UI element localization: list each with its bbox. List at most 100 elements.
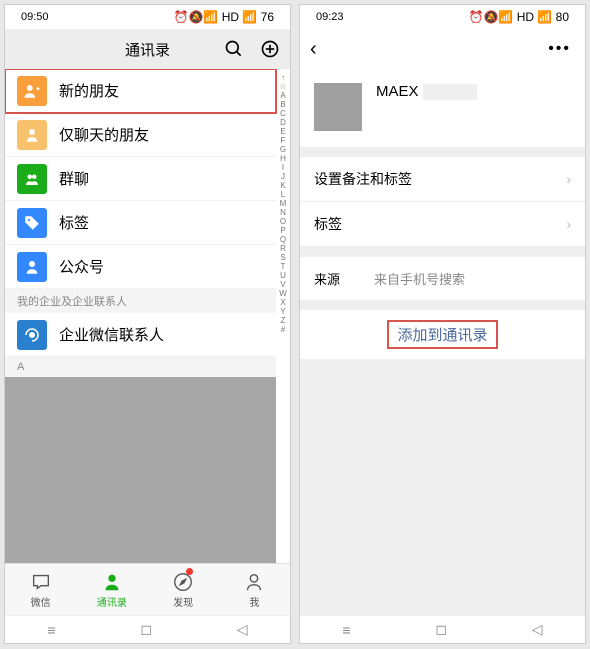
back-key-icon[interactable]: ◁ bbox=[532, 621, 543, 638]
section-a: A bbox=[5, 357, 276, 377]
add-icon[interactable] bbox=[260, 39, 280, 59]
alpha-index-letter[interactable]: E bbox=[280, 127, 285, 136]
row-label: 群聊 bbox=[59, 168, 89, 189]
row-source: 来源 来自手机号搜索 bbox=[300, 257, 585, 300]
source-key: 来源 bbox=[314, 269, 354, 288]
new-friend-icon bbox=[17, 76, 47, 106]
search-icon[interactable] bbox=[224, 39, 244, 59]
header: ‹ ••• bbox=[300, 29, 585, 69]
row-tags[interactable]: 标签 bbox=[5, 201, 276, 245]
tabbar: 微信 通讯录 发现 我 bbox=[5, 563, 290, 615]
tab-label: 通讯录 bbox=[97, 594, 127, 609]
alpha-index-letter[interactable]: L bbox=[281, 190, 285, 199]
alpha-index-letter[interactable]: # bbox=[281, 325, 285, 334]
chevron-right-icon: › bbox=[566, 171, 571, 187]
source-value: 来自手机号搜索 bbox=[374, 269, 465, 288]
profile-name-text: MAEX bbox=[376, 83, 419, 100]
alpha-index-letter[interactable]: A bbox=[280, 91, 285, 100]
notification-dot-icon bbox=[186, 568, 193, 575]
alpha-index-letter[interactable]: M bbox=[280, 199, 287, 208]
profile-name: MAEX bbox=[376, 83, 477, 100]
alpha-index-letter[interactable]: J bbox=[281, 172, 285, 181]
tab-discover[interactable]: 发现 bbox=[148, 564, 219, 615]
row-label: 公众号 bbox=[59, 256, 104, 277]
alpha-index-letter[interactable]: O bbox=[280, 217, 286, 226]
menu-key-icon[interactable]: ≡ bbox=[342, 622, 350, 638]
back-key-icon[interactable]: ◁ bbox=[237, 621, 248, 638]
status-bar: 09:23 ⏰🔕📶 HD 📶 80 bbox=[300, 5, 585, 29]
row-tags[interactable]: 标签 › bbox=[300, 202, 585, 247]
tag-icon bbox=[17, 208, 47, 238]
row-enterprise-contacts[interactable]: 企业微信联系人 bbox=[5, 313, 276, 357]
status-bar: 09:50 ⏰🔕📶 HD 📶 76 bbox=[5, 5, 290, 29]
status-icons: ⏰🔕📶 HD 📶 76 bbox=[174, 10, 274, 24]
contact-placeholder bbox=[5, 377, 276, 563]
add-to-contacts-button[interactable]: 添加到通讯录 bbox=[389, 322, 495, 347]
alpha-index[interactable]: ↑☆ABCDEFGHIJKLMNOPQRSTUVWXYZ# bbox=[276, 69, 290, 563]
alpha-index-letter[interactable]: U bbox=[280, 271, 286, 280]
phone-profile: 09:23 ⏰🔕📶 HD 📶 80 ‹ ••• MAEX 设置备注和标签 › 标… bbox=[299, 4, 586, 644]
tab-label: 发现 bbox=[173, 594, 193, 609]
nav-keys: ≡ ◻ ◁ bbox=[5, 615, 290, 643]
alpha-index-letter[interactable]: Z bbox=[281, 316, 286, 325]
alpha-index-letter[interactable]: Q bbox=[280, 235, 286, 244]
content: MAEX 设置备注和标签 › 标签 › 来源 来自手机号搜索 添加到通讯录 bbox=[300, 69, 585, 615]
menu-key-icon[interactable]: ≡ bbox=[47, 622, 55, 638]
alpha-index-letter[interactable]: W bbox=[279, 289, 287, 298]
back-icon[interactable]: ‹ bbox=[310, 38, 317, 61]
row-remark[interactable]: 设置备注和标签 › bbox=[300, 157, 585, 202]
alpha-index-letter[interactable]: X bbox=[280, 298, 285, 307]
alpha-index-letter[interactable]: V bbox=[280, 280, 285, 289]
alpha-index-letter[interactable]: K bbox=[280, 181, 285, 190]
status-time: 09:23 bbox=[316, 11, 344, 23]
alpha-index-letter[interactable]: I bbox=[282, 163, 284, 172]
alpha-index-letter[interactable]: P bbox=[280, 226, 285, 235]
row-label: 新的朋友 bbox=[59, 80, 119, 101]
redacted-mask bbox=[423, 84, 477, 100]
chat-only-icon bbox=[17, 120, 47, 150]
row-label: 设置备注和标签 bbox=[314, 169, 412, 189]
enterprise-icon bbox=[17, 320, 47, 350]
tab-label: 我 bbox=[249, 594, 259, 609]
alpha-index-letter[interactable]: D bbox=[280, 118, 286, 127]
alpha-index-letter[interactable]: T bbox=[281, 262, 286, 271]
avatar bbox=[314, 83, 362, 131]
alpha-index-letter[interactable]: R bbox=[280, 244, 286, 253]
content: 新的朋友 仅聊天的朋友 群聊 标签 bbox=[5, 69, 290, 563]
alpha-index-letter[interactable]: Y bbox=[280, 307, 285, 316]
alpha-index-letter[interactable]: C bbox=[280, 109, 286, 118]
alpha-index-letter[interactable]: H bbox=[280, 154, 286, 163]
row-chat-only-friends[interactable]: 仅聊天的朋友 bbox=[5, 113, 276, 157]
row-new-friends[interactable]: 新的朋友 bbox=[5, 69, 276, 113]
status-icons: ⏰🔕📶 HD 📶 80 bbox=[469, 10, 569, 24]
chevron-right-icon: › bbox=[566, 216, 571, 232]
header: 通讯录 bbox=[5, 29, 290, 69]
alpha-index-letter[interactable]: ☆ bbox=[279, 82, 286, 91]
section-enterprise: 我的企业及企业联系人 bbox=[5, 289, 276, 313]
profile-card[interactable]: MAEX bbox=[300, 69, 585, 147]
row-label: 仅聊天的朋友 bbox=[59, 124, 149, 145]
row-group-chats[interactable]: 群聊 bbox=[5, 157, 276, 201]
tab-wechat[interactable]: 微信 bbox=[5, 564, 76, 615]
more-icon[interactable]: ••• bbox=[548, 40, 571, 58]
status-time: 09:50 bbox=[21, 11, 49, 23]
row-label: 标签 bbox=[314, 214, 342, 234]
alpha-index-letter[interactable]: ↑ bbox=[281, 73, 285, 82]
main-list: 新的朋友 仅聊天的朋友 群聊 标签 bbox=[5, 69, 276, 563]
alpha-index-letter[interactable]: S bbox=[280, 253, 285, 262]
alpha-index-letter[interactable]: N bbox=[280, 208, 286, 217]
tab-label: 微信 bbox=[31, 594, 51, 609]
group-chat-icon bbox=[17, 164, 47, 194]
tab-me[interactable]: 我 bbox=[219, 564, 290, 615]
alpha-index-letter[interactable]: B bbox=[280, 100, 285, 109]
home-key-icon[interactable]: ◻ bbox=[140, 621, 152, 638]
row-label: 企业微信联系人 bbox=[59, 324, 164, 345]
home-key-icon[interactable]: ◻ bbox=[435, 621, 447, 638]
official-account-icon bbox=[17, 252, 47, 282]
tab-contacts[interactable]: 通讯录 bbox=[76, 564, 147, 615]
alpha-index-letter[interactable]: G bbox=[280, 145, 286, 154]
alpha-index-letter[interactable]: F bbox=[281, 136, 286, 145]
phone-contacts: 09:50 ⏰🔕📶 HD 📶 76 通讯录 新的朋友 bbox=[4, 4, 291, 644]
row-official-accounts[interactable]: 公众号 bbox=[5, 245, 276, 289]
add-button-container: 添加到通讯录 bbox=[300, 310, 585, 359]
